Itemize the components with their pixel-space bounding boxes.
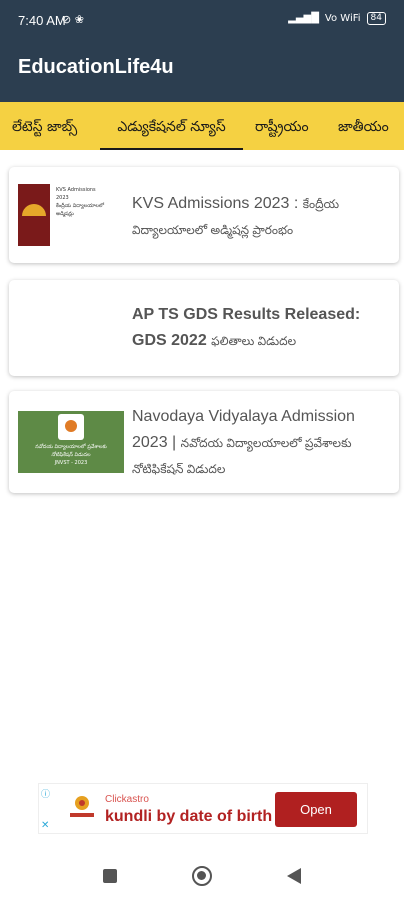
article-card[interactable]: KVS Admissions 2023 కేంద్రీయ విద్యాలయాలల… (9, 167, 399, 263)
article-title: AP TS GDS Results Released: GDS 2022 ఫలి… (132, 306, 361, 349)
category-tabs: లేటెస్ట్ జాబ్స్ ఎడ్యుకేషనల్ న్యూస్ రాష్ట… (0, 102, 404, 150)
recents-icon[interactable] (103, 869, 117, 883)
tab-latest-jobs[interactable]: లేటెస్ట్ జాబ్స్ (12, 102, 77, 150)
ad-headline: kundli by date of birth (105, 808, 273, 825)
article-title: Navodaya Vidyalaya Admission 2023 | నవోద… (132, 408, 355, 476)
article-thumbnail: నవోదయ విద్యాలయాలలో ప్రవేశాలకు నోటిఫికేషన… (18, 411, 124, 473)
tab-state[interactable]: రాష్ట్రీయం (255, 102, 309, 150)
article-thumbnail: KVS Admissions 2023 కేంద్రీయ విద్యాలయాలల… (18, 184, 124, 246)
app-title: EducationLife4u (18, 56, 174, 78)
system-nav-bar (0, 850, 404, 900)
app-bar: EducationLife4u (0, 44, 404, 102)
ad-close-icon[interactable]: ✕ (41, 820, 49, 831)
thumbnail-text: నవోదయ విద్యాలయాలలో ప్రవేశాలకు నోటిఫికేషన… (35, 444, 107, 466)
thumbnail-text: KVS Admissions 2023 కేంద్రీయ విద్యాలయాలల… (56, 187, 105, 217)
ad-info-icon[interactable]: ⓘ (41, 787, 50, 800)
battery-icon: 84 (366, 12, 386, 25)
tab-national[interactable]: జాతీయం (338, 102, 389, 150)
status-right-icons: ▂▄▆█ Vo WiFi 84 (288, 12, 386, 25)
status-time: 7:40 AM (18, 13, 66, 28)
navodaya-emblem-icon (58, 414, 84, 440)
back-icon[interactable] (287, 868, 301, 884)
clickastro-logo (70, 796, 94, 817)
status-bar: 7:40 AM ⊘ ❀ ▂▄▆█ Vo WiFi 84 (0, 0, 404, 44)
kvs-logo (18, 184, 50, 246)
signal-icon: ▂▄▆█ (288, 13, 319, 24)
article-card[interactable]: AP TS GDS Results Released: GDS 2022 ఫలి… (9, 280, 399, 376)
ad-banner[interactable]: ⓘ ✕ Clickastro kundli by date of birth O… (38, 783, 368, 834)
article-card[interactable]: నవోదయ విద్యాలయాలలో ప్రవేశాలకు నోటిఫికేషన… (9, 391, 399, 493)
notification-icons: ⊘ ❀ (62, 13, 84, 26)
home-icon[interactable] (192, 866, 212, 886)
article-title: KVS Admissions 2023 : కేంద్రీయ విద్యాలయా… (132, 195, 340, 237)
ad-source: Clickastro (105, 794, 149, 805)
ad-open-button[interactable]: Open (275, 792, 357, 827)
tab-educational-news[interactable]: ఎడ్యుకేషనల్ న్యూస్ (100, 102, 243, 150)
wifi-icon: Vo WiFi (324, 13, 361, 24)
